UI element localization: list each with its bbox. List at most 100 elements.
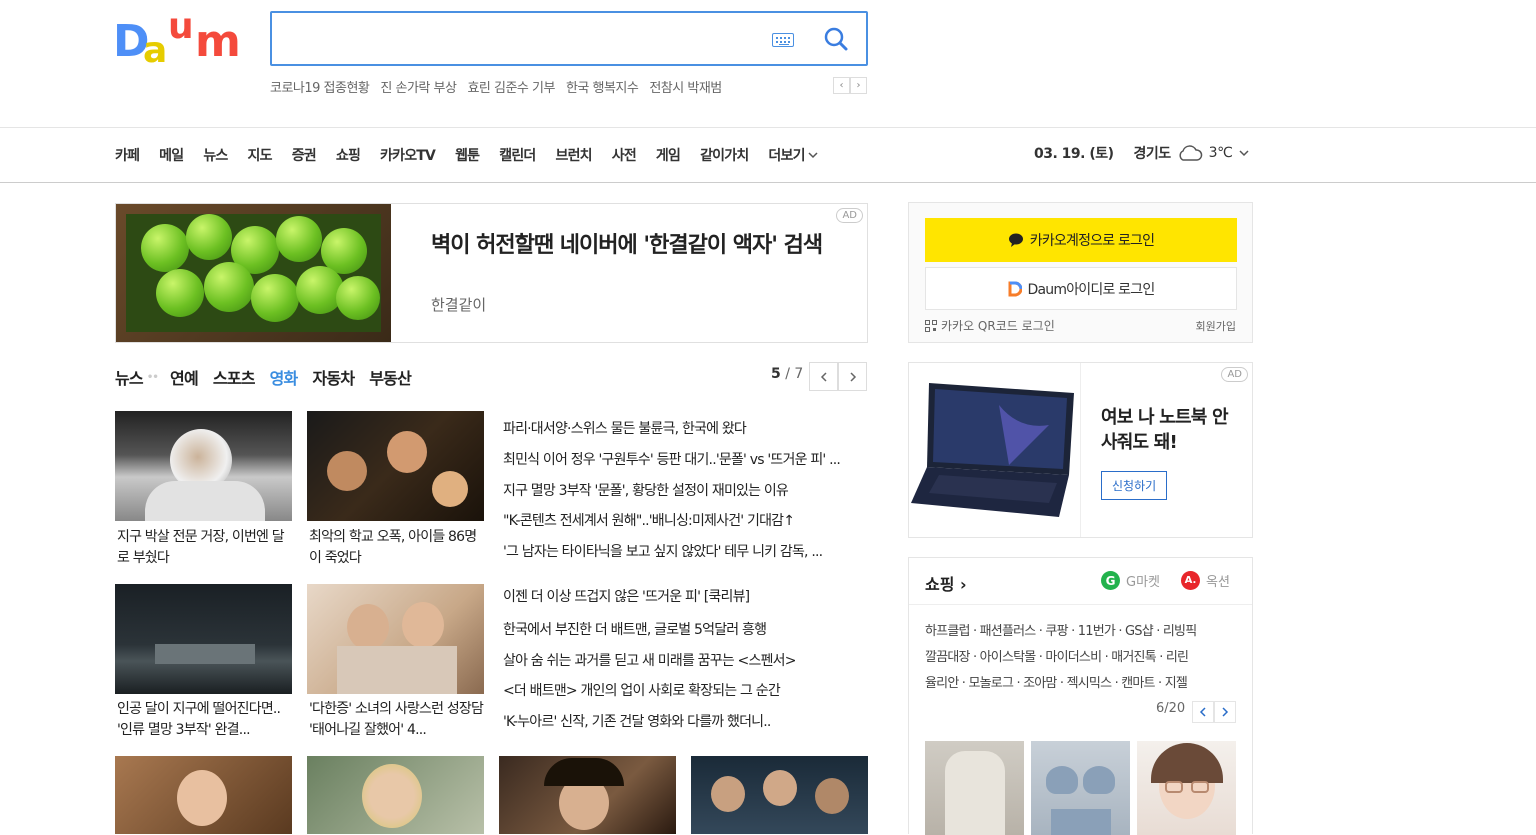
pager-total: / 7	[785, 366, 804, 382]
trending-prev-button[interactable]: ‹	[833, 77, 850, 94]
news-prev-button[interactable]	[809, 362, 838, 391]
search-input[interactable]	[282, 21, 762, 56]
thumbnail-caption[interactable]: 최악의 학교 오폭, 아이들 86명이 죽었다	[309, 527, 486, 569]
trending-item[interactable]: 진 손가락 부상	[380, 77, 457, 96]
nav-shopping[interactable]: 쇼핑	[336, 145, 361, 165]
news-headline[interactable]: 'K-누아르' 신작, 기존 건달 영화와 다를까 했더니..	[503, 711, 865, 731]
partner-label: G마켓	[1126, 575, 1160, 590]
nav-more[interactable]: 더보기	[768, 145, 818, 165]
partner-auction[interactable]: A. 옥션	[1181, 571, 1230, 590]
shopping-links[interactable]: 하프클럽 · 패션플러스 · 쿠팡 · 11번가 · GS샵 · 리빙픽	[925, 620, 1237, 639]
thumbnail-caption[interactable]: 지구 박살 전문 거장, 이번엔 달로 부쉈다	[117, 527, 294, 569]
shopping-links[interactable]: 율리안 · 모놀로그 · 조아맘 · 젝시믹스 · 캔마트 · 지젤	[925, 672, 1237, 691]
nav-brunch[interactable]: 브런치	[555, 145, 592, 165]
ad-image	[116, 204, 391, 342]
news-thumbnail[interactable]	[307, 584, 484, 694]
signup-link[interactable]: 회원가입	[1196, 318, 1236, 334]
thumbnail-caption[interactable]: '다한증' 소녀의 사랑스런 성장담 '태어나길 잘했어' 4...	[309, 699, 486, 741]
nav-dictionary[interactable]: 사전	[612, 145, 637, 165]
nav-kakaotv[interactable]: 카카오TV	[380, 145, 436, 165]
news-headline[interactable]: 파리·대서양·스위스 물든 불륜극, 한국에 왔다	[503, 418, 865, 438]
news-pager-buttons	[809, 362, 867, 391]
chevron-left-icon	[1199, 707, 1206, 717]
news-headline[interactable]: <더 배트맨> 개인의 업이 사회로 확장되는 그 순간	[503, 680, 865, 700]
shopping-next-button[interactable]	[1214, 701, 1236, 723]
trending-item[interactable]: 전참시 박재범	[649, 77, 722, 96]
news-thumbnail[interactable]	[691, 756, 868, 834]
tab-movie[interactable]: 영화	[270, 365, 299, 389]
nav-more-label: 더보기	[768, 148, 805, 164]
chevron-down-icon	[1239, 150, 1249, 157]
news-headline[interactable]: '그 남자는 타이타닉을 보고 싶지 않았다' 테무 니키 감독, ...	[503, 541, 865, 561]
search-button[interactable]	[820, 23, 852, 55]
daum-logo[interactable]: D a u m	[113, 6, 253, 71]
nav-stock[interactable]: 증권	[292, 145, 317, 165]
nav-mail[interactable]: 메일	[159, 145, 184, 165]
news-headline[interactable]: "K-콘텐츠 전세계서 원해"..'배니싱:미제사건' 기대감↑	[503, 510, 865, 530]
news-thumbnail[interactable]	[499, 756, 676, 834]
shopping-header: 쇼핑 › G G마켓 A. 옥션	[909, 558, 1252, 605]
gmarket-icon: G	[1101, 571, 1120, 590]
nav-game[interactable]: 게임	[656, 145, 681, 165]
kakao-login-button[interactable]: 카카오계정으로 로그인	[925, 218, 1237, 262]
nav-calendar[interactable]: 캘린더	[499, 145, 536, 165]
tab-news[interactable]: 뉴스	[115, 365, 144, 389]
shopping-pager: 6/20	[1156, 701, 1186, 716]
news-tabs: 뉴스 •• 연예 스포츠 영화 자동차 부동산	[115, 365, 426, 389]
nav-news[interactable]: 뉴스	[203, 145, 228, 165]
keyboard-icon[interactable]	[772, 33, 794, 47]
news-headline[interactable]: 살아 숨 쉬는 과거를 딛고 새 미래를 꿈꾸는 <스펜서>	[503, 650, 865, 670]
pager-current: 5	[771, 366, 781, 382]
news-headline[interactable]: 지구 멸망 3부작 '문폴', 황당한 설정이 재미있는 이유	[503, 480, 865, 500]
search-icon	[824, 27, 848, 51]
nav-webtoon[interactable]: 웹툰	[455, 145, 480, 165]
news-headline[interactable]: 최민식 이어 정우 '구원투수' 등판 대기..'문폴' vs '뜨거운 피' …	[503, 449, 865, 469]
ad-badge: AD	[836, 208, 863, 223]
daum-login-label: Daum아이디로 로그인	[1027, 281, 1156, 298]
nav-map[interactable]: 지도	[248, 145, 273, 165]
divider	[1080, 363, 1081, 537]
chevron-left-icon	[820, 371, 827, 382]
news-pager: 5 / 7	[771, 366, 803, 382]
qr-login-link[interactable]: 카카오 QR코드 로그인	[925, 317, 1055, 334]
trending-next-button[interactable]: ›	[850, 77, 867, 94]
tab-realestate[interactable]: 부동산	[369, 365, 412, 389]
news-next-button[interactable]	[838, 362, 867, 391]
weather-widget[interactable]: 03. 19. (토) 경기도 3℃	[1034, 143, 1250, 163]
side-ad-title: 여보 나 노트북 안 사줘도 돼!	[1101, 407, 1229, 453]
thumbnail-caption[interactable]: 인공 달이 지구에 떨어진다면.. '인류 멸망 3부작' 완결...	[117, 699, 294, 741]
search-box	[270, 11, 868, 66]
nav-cafe[interactable]: 카페	[115, 145, 140, 165]
apply-button[interactable]: 신청하기	[1101, 471, 1168, 500]
news-thumbnail[interactable]	[115, 411, 292, 521]
nav-together[interactable]: 같이가치	[700, 145, 749, 165]
partner-label: 옥션	[1206, 575, 1230, 590]
partner-gmarket[interactable]: G G마켓	[1101, 571, 1160, 590]
shopping-title[interactable]: 쇼핑 ›	[925, 571, 967, 595]
chevron-right-icon	[849, 371, 856, 382]
news-thumbnail[interactable]	[115, 756, 292, 834]
side-ad[interactable]: 여보 나 노트북 안 사줘도 돼! 신청하기 AD	[908, 362, 1253, 538]
shopping-thumbnail[interactable]	[1137, 741, 1236, 835]
news-thumbnail[interactable]	[307, 756, 484, 834]
news-headline[interactable]: 한국에서 부진한 더 배트맨, 글로벌 5억달러 흥행	[503, 619, 865, 639]
ad-banner[interactable]: 벽이 허전할땐 네이버에 '한결같이 액자' 검색 한결같이 AD	[115, 203, 868, 343]
shopping-prev-button[interactable]	[1192, 701, 1214, 723]
cloud-icon	[1179, 145, 1202, 161]
tab-car[interactable]: 자동차	[312, 365, 355, 389]
shopping-thumbnail[interactable]	[925, 741, 1024, 835]
news-thumbnail[interactable]	[307, 411, 484, 521]
daum-login-button[interactable]: Daum아이디로 로그인	[925, 267, 1237, 310]
shopping-links[interactable]: 깔끔대장 · 아이스탁몰 · 마이더스비 · 매거진톡 · 리린	[925, 646, 1237, 665]
trending-item[interactable]: 한국 행복지수	[566, 77, 639, 96]
news-thumbnail[interactable]	[115, 584, 292, 694]
tab-sports[interactable]: 스포츠	[213, 365, 256, 389]
login-box: 카카오계정으로 로그인 Daum아이디로 로그인 카카오 QR코드 로그인 회원…	[908, 202, 1253, 343]
ad-badge: AD	[1221, 367, 1248, 382]
news-headline[interactable]: 이젠 더 이상 뜨겁지 않은 '뜨거운 피' [쿡리뷰]	[503, 586, 865, 606]
trending-item[interactable]: 코로나19 접종현황	[270, 77, 370, 96]
trending-item[interactable]: 효린 김준수 기부	[467, 77, 555, 96]
shopping-thumbnail[interactable]	[1031, 741, 1130, 835]
tab-entertainment[interactable]: 연예	[170, 365, 199, 389]
main-nav: 카페 메일 뉴스 지도 증권 쇼핑 카카오TV 웹툰 캘린더 브런치 사전 게임…	[0, 129, 1536, 183]
